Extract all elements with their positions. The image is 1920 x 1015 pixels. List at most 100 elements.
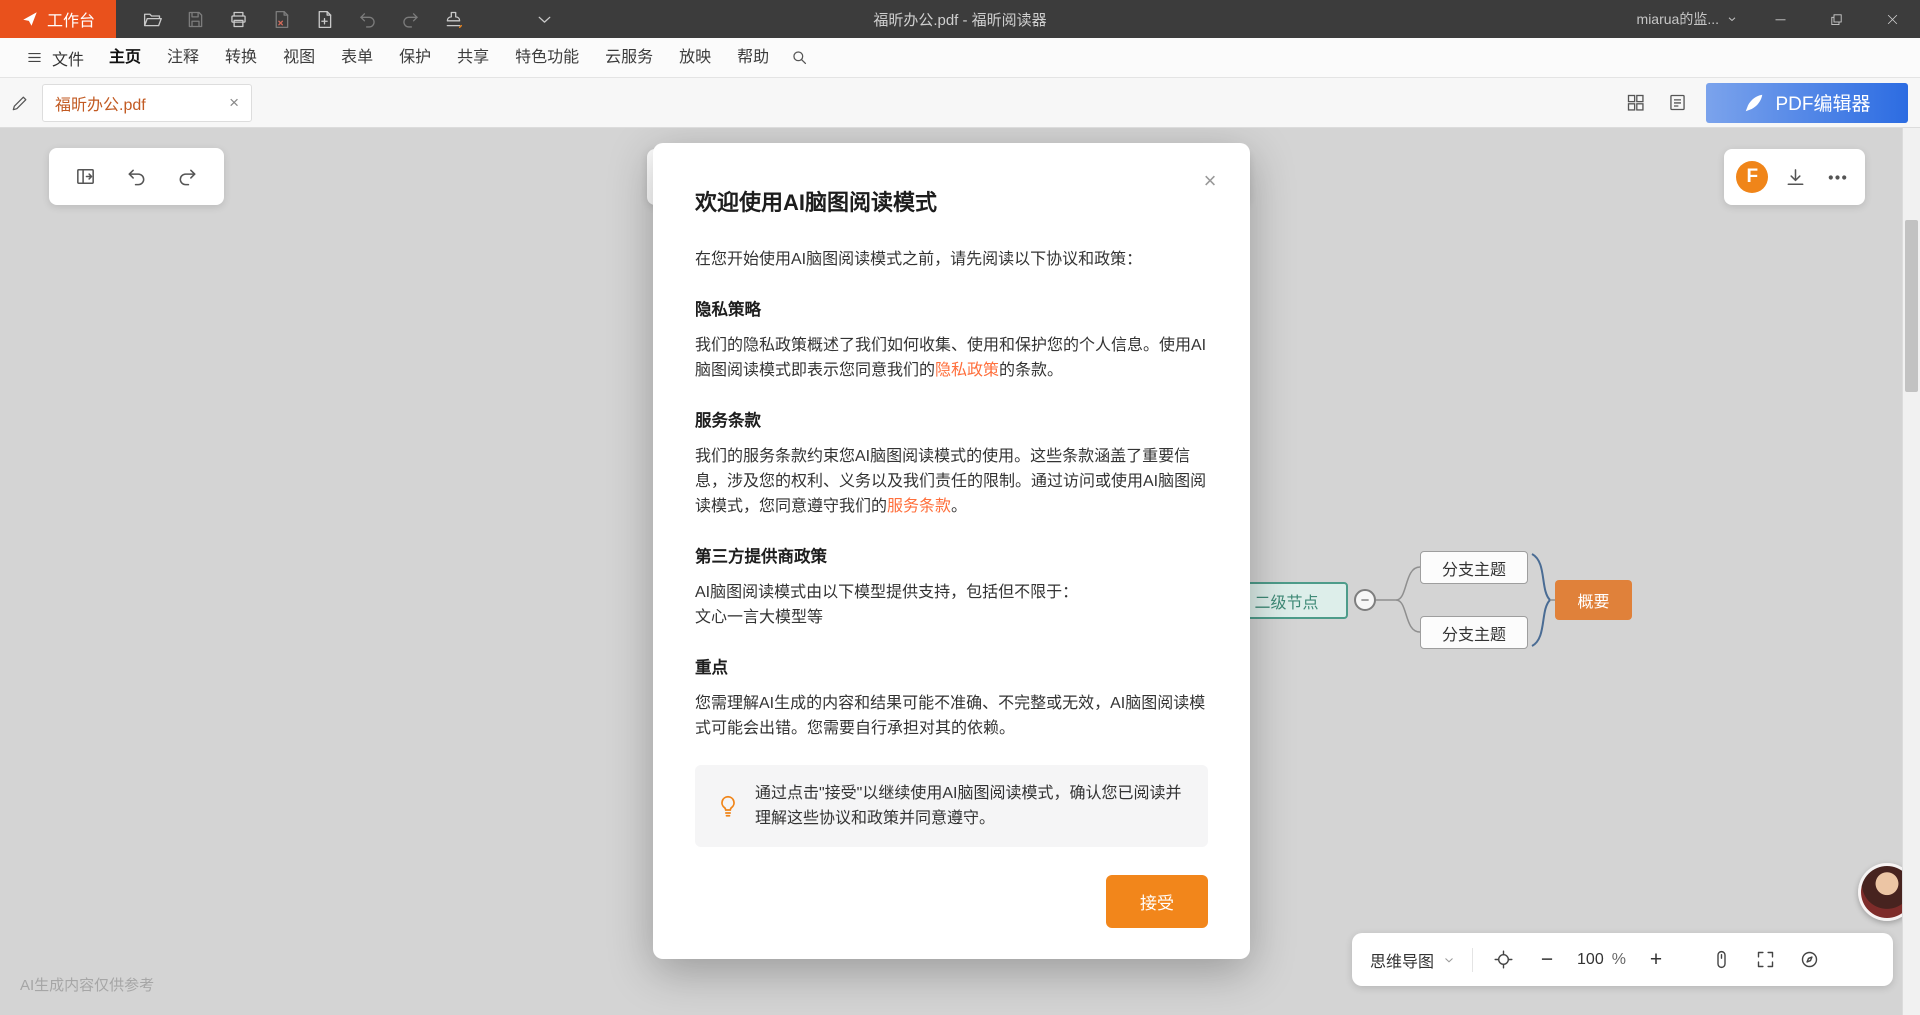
redo-icon (400, 9, 421, 30)
exit-mindmap-button[interactable] (70, 162, 100, 192)
tabbar-right: PDF编辑器 (1622, 83, 1920, 123)
menu-item-help[interactable]: 帮助 (724, 38, 782, 78)
vertical-scrollbar[interactable] (1902, 88, 1920, 1015)
download-mindmap-button[interactable] (1781, 162, 1811, 192)
undo-button[interactable] (355, 7, 379, 31)
terms-of-service-link[interactable]: 服务条款 (887, 498, 951, 515)
restore-button[interactable] (1808, 0, 1864, 38)
menu-search-button[interactable] (782, 41, 816, 75)
accept-button[interactable]: 接受 (1106, 875, 1208, 928)
page-thumbnails-button[interactable] (1622, 90, 1648, 116)
zoom-value: 100 (1577, 951, 1604, 969)
chevron-down-icon (1442, 953, 1456, 967)
foxit-ai-logo[interactable]: F (1736, 161, 1768, 193)
undo-icon (357, 9, 378, 30)
zoom-out-button[interactable]: − (1533, 946, 1561, 974)
canvas-redo-button[interactable] (173, 162, 203, 192)
menu-item-comment[interactable]: 注释 (154, 38, 212, 78)
minimize-button[interactable] (1752, 0, 1808, 38)
divider (1472, 948, 1473, 972)
new-document-button[interactable] (312, 7, 336, 31)
view-controls-bar: 思维导图 − 100 % + (1352, 933, 1893, 986)
minimize-icon (1773, 12, 1788, 27)
more-options-button[interactable] (1823, 162, 1853, 192)
ai-mindmap-consent-dialog: × 欢迎使用AI脑图阅读模式 在您开始使用AI脑图阅读模式之前，请先阅读以下协议… (653, 143, 1250, 959)
privacy-policy-link[interactable]: 隐私政策 (935, 362, 999, 379)
mindmap-collapse-toggle[interactable]: − (1354, 589, 1376, 611)
menu-item-cloud[interactable]: 云服务 (592, 38, 666, 78)
mindmap-node-branch-top[interactable]: 分支主题 (1420, 551, 1528, 584)
thirdparty-paragraph: AI脑图阅读模式由以下模型提供支持，包括但不限于： 文心一言大模型等 (695, 580, 1208, 630)
workspace-button[interactable]: 工作台 (0, 0, 116, 38)
menu-item-home[interactable]: 主页 (96, 38, 154, 78)
menubar: 文件 主页 注释 转换 视图 表单 保护 共享 特色功能 云服务 放映 帮助 (0, 38, 1920, 78)
open-file-button[interactable] (140, 7, 164, 31)
document-tab[interactable]: 福昕办公.pdf × (42, 84, 252, 122)
customize-toolbar-button[interactable] (532, 7, 556, 31)
dialog-footer: 接受 (695, 875, 1208, 928)
grid-view-icon (1625, 92, 1646, 113)
crosshair-icon (1493, 949, 1514, 970)
print-button[interactable] (226, 7, 250, 31)
undo-icon (125, 165, 148, 188)
redo-icon (176, 165, 199, 188)
account-name: miarua的监... (1637, 9, 1719, 29)
floating-toolbar-right: F (1724, 149, 1865, 205)
menu-item-file[interactable]: 文件 (14, 46, 96, 70)
close-document-button[interactable] (269, 7, 293, 31)
scrollbar-thumb[interactable] (1905, 220, 1918, 392)
lightbulb-icon (715, 793, 741, 819)
accept-tip-text: 通过点击"接受"以继续使用AI脑图阅读模式，确认您已阅读并理解这些协议和政策并同… (755, 781, 1188, 831)
new-document-icon (314, 9, 335, 30)
floating-toolbar-left (49, 148, 224, 205)
menu-item-convert[interactable]: 转换 (212, 38, 270, 78)
pdf-editor-label: PDF编辑器 (1775, 89, 1870, 116)
zoom-in-button[interactable]: + (1642, 946, 1670, 974)
fullscreen-icon (1755, 949, 1776, 970)
canvas-undo-button[interactable] (122, 162, 152, 192)
stamp-tool-button[interactable] (441, 7, 465, 31)
titlebar-right: miarua的监... (1637, 0, 1920, 38)
privacy-text-after: 的条款。 (999, 362, 1063, 379)
menu-item-form[interactable]: 表单 (328, 38, 386, 78)
hamburger-icon (26, 49, 43, 66)
view-mode-dropdown[interactable]: 思维导图 (1370, 948, 1456, 972)
menu-item-share[interactable]: 共享 (444, 38, 502, 78)
account-menu[interactable]: miarua的监... (1637, 9, 1738, 29)
download-icon (1784, 166, 1807, 189)
zoom-unit: % (1612, 951, 1626, 969)
fullscreen-button[interactable] (1752, 946, 1780, 974)
annotate-quick-button[interactable] (0, 93, 40, 113)
menu-item-protect[interactable]: 保护 (386, 38, 444, 78)
mindmap-node-branch-bottom[interactable]: 分支主题 (1420, 616, 1528, 649)
view-mode-label: 思维导图 (1370, 948, 1434, 972)
save-button[interactable] (183, 7, 207, 31)
titlebar-quick-tools (116, 7, 556, 31)
reading-settings-button[interactable] (1664, 90, 1690, 116)
menu-item-features[interactable]: 特色功能 (502, 38, 592, 78)
chevron-down-icon (534, 9, 555, 30)
close-document-icon (271, 9, 292, 30)
menu-file-label: 文件 (52, 46, 84, 70)
locate-center-button[interactable] (1489, 946, 1517, 974)
mindmap-node-summary[interactable]: 概要 (1555, 580, 1632, 620)
pdf-editor-button[interactable]: PDF编辑器 (1706, 83, 1908, 123)
terms-text-after: 。 (951, 498, 967, 515)
overview-button[interactable] (1796, 946, 1824, 974)
stamp-tool-icon (443, 9, 464, 30)
pan-mode-button[interactable] (1708, 946, 1736, 974)
menu-item-view[interactable]: 视图 (270, 38, 328, 78)
dialog-title: 欢迎使用AI脑图阅读模式 (695, 185, 1208, 217)
dialog-close-button[interactable]: × (1196, 167, 1224, 195)
foxit-logo-icon (21, 10, 39, 28)
terms-heading: 服务条款 (695, 407, 1208, 431)
thirdparty-line1: AI脑图阅读模式由以下模型提供支持，包括但不限于： (695, 584, 1078, 601)
redo-button[interactable] (398, 7, 422, 31)
menu-item-present[interactable]: 放映 (666, 38, 724, 78)
key-paragraph: 您需理解AI生成的内容和结果可能不准确、不完整或无效，AI脑图阅读模式可能会出错… (695, 691, 1208, 741)
close-window-button[interactable] (1864, 0, 1920, 38)
zoom-level: 100 % (1577, 951, 1626, 969)
save-icon (185, 9, 206, 30)
document-tab-label: 福昕办公.pdf (55, 91, 146, 115)
tab-close-icon[interactable]: × (229, 94, 239, 111)
